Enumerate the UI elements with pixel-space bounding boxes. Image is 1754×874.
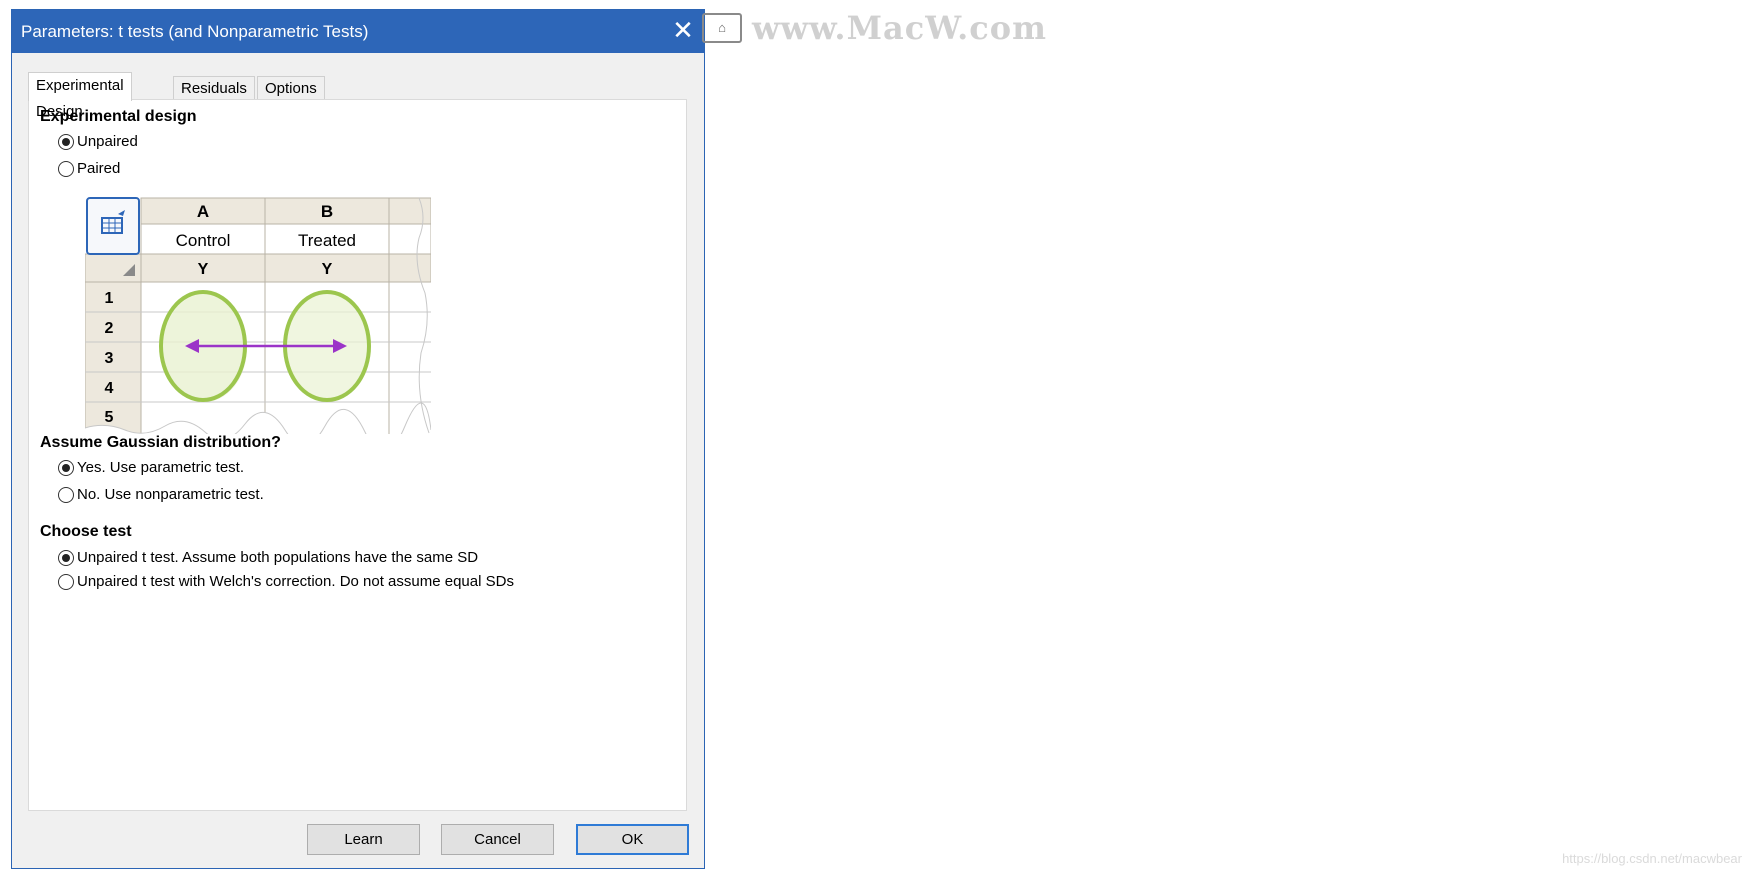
learn-button[interactable]: Learn [307, 824, 420, 855]
radio-welch-correction[interactable]: Unpaired t test with Welch's correction.… [58, 573, 514, 590]
radio-button[interactable] [58, 486, 74, 503]
radio-parametric[interactable]: Yes. Use parametric test. [58, 459, 244, 476]
radio-button[interactable] [58, 549, 74, 566]
radio-label: Yes. Use parametric test. [77, 459, 245, 476]
column-letter-b: B [321, 202, 333, 221]
watermark-logo-icon: ⌂ [702, 13, 742, 43]
radio-button[interactable] [58, 573, 74, 590]
row-number: 2 [105, 320, 114, 337]
radio-label: Unpaired [77, 133, 138, 150]
table-tool-icon [86, 197, 140, 255]
radio-button[interactable] [58, 160, 74, 177]
column-letter-a: A [197, 202, 209, 221]
close-button[interactable]: ✕ [668, 15, 698, 45]
radio-button[interactable] [58, 133, 74, 150]
row-number: 5 [105, 409, 114, 426]
ok-button[interactable]: OK [576, 824, 689, 855]
tab-experimental-design[interactable]: Experimental Design [28, 72, 132, 120]
subheader-y-b: Y [322, 261, 333, 278]
tab-residuals[interactable]: Residuals [173, 76, 255, 100]
choose-test-heading: Choose test [40, 523, 132, 540]
column-title-control: Control [176, 231, 231, 250]
column-title-treated: Treated [298, 231, 356, 250]
radio-paired[interactable]: Paired [58, 160, 120, 177]
radio-button[interactable] [58, 459, 74, 476]
radio-nonparametric[interactable]: No. Use nonparametric test. [58, 486, 264, 503]
title-bar[interactable]: Parameters: t tests (and Nonparametric T… [12, 10, 704, 53]
radio-label: Paired [77, 160, 121, 177]
radio-label: Unpaired t test with Welch's correction.… [77, 573, 514, 590]
footer-url: https://blog.csdn.net/macwbear [1562, 851, 1742, 866]
row-number: 4 [105, 380, 114, 397]
tab-panel: Experimental design Unpaired Paired A B … [28, 99, 687, 811]
radio-unpaired-t-test[interactable]: Unpaired t test. Assume both populations… [58, 549, 478, 566]
subheader-y-a: Y [198, 261, 209, 278]
tab-options[interactable]: Options [257, 76, 325, 100]
gaussian-heading: Assume Gaussian distribution? [40, 434, 281, 451]
row-number: 1 [105, 290, 114, 307]
paired-design-illustration: A B Control Treated Y Y 1 2 3 4 5 [85, 197, 431, 434]
dialog-title: Parameters: t tests (and Nonparametric T… [21, 22, 369, 41]
row-number: 3 [105, 350, 114, 367]
watermark-text: www.MacW.com [752, 9, 1047, 47]
radio-unpaired[interactable]: Unpaired [58, 133, 138, 150]
radio-label: No. Use nonparametric test. [77, 486, 264, 503]
watermark: ⌂ www.MacW.com [702, 9, 1047, 47]
cancel-button[interactable]: Cancel [441, 824, 554, 855]
parameters-dialog: Parameters: t tests (and Nonparametric T… [11, 9, 705, 869]
radio-label: Unpaired t test. Assume both populations… [77, 549, 479, 566]
